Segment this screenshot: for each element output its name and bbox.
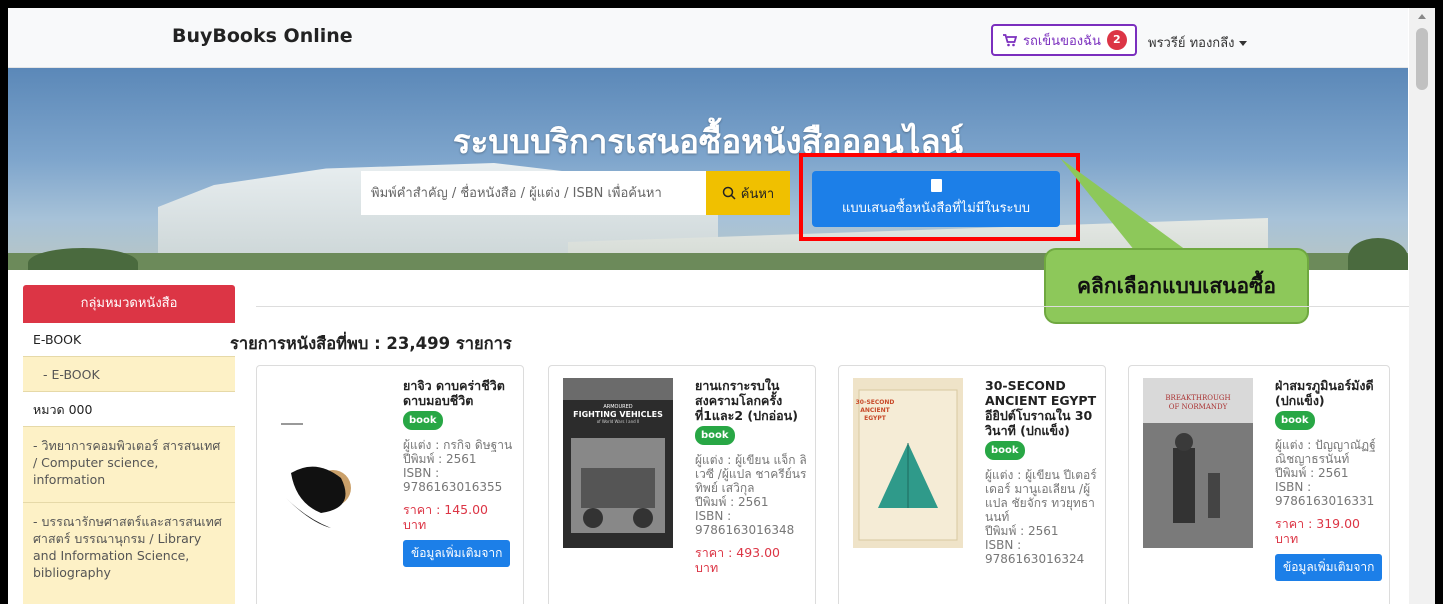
book-card[interactable]: 30-SECOND ANCIENT EGYPT 30-SECOND ANCIEN… [838, 365, 1106, 604]
user-name: พรวรีย์ ทองกลึง [1148, 36, 1235, 51]
book-tag: book [985, 441, 1025, 460]
book-year: ปีพิมพ์ : 2561 [403, 452, 477, 466]
tree-image-right [1348, 238, 1408, 270]
category-header: กลุ่มหมวดหนังสือ [23, 285, 235, 323]
book-info: 30-SECOND ANCIENT EGYPT อียิปต์โบราณใน 3… [985, 378, 1103, 566]
book-info: ยาจิว ดาบคร่าชีวิต ดาบมอบชีวิต book ผู้แ… [403, 378, 515, 567]
cover-text: EGYPT [864, 415, 887, 422]
highlight-box [799, 153, 1080, 241]
search-icon [722, 186, 736, 200]
results-count: รายการหนังสือที่พบ : 23,499 รายการ [230, 334, 512, 353]
cover-text: FIGHTING VEHICLES [573, 410, 663, 419]
cart-count-badge: 2 [1106, 30, 1127, 50]
scrollbar-thumb[interactable] [1416, 28, 1428, 90]
book-price: ราคา : 145.00 บาท [403, 502, 489, 532]
book-info: ยานเกราะรบในสงครามโลกครั้งที่1และ2 (ปกอ่… [695, 378, 807, 575]
tree-image [28, 248, 138, 270]
book-author: ผู้แต่ง : ผู้เขียน ปีเตอร์ เดอร์ มานูเอเ… [985, 468, 1097, 524]
book-title[interactable]: 30-SECOND ANCIENT EGYPT อียิปต์โบราณใน 3… [985, 378, 1096, 438]
cover-text: OF NORMANDY [1169, 403, 1228, 411]
book-title[interactable]: ฝ่าสมรภูมินอร์มังดี (ปกแข็ง) [1275, 378, 1374, 408]
cart-label: รถเข็นของฉัน [1023, 33, 1101, 49]
search-input[interactable] [361, 171, 706, 215]
callout-annotation: คลิกเลือกแบบเสนอซื้อ [1044, 248, 1309, 324]
cover-text: 30-SECOND [856, 399, 895, 406]
user-menu[interactable]: พรวรีย์ ทองกลึง [1148, 32, 1247, 53]
sidebar-item-ebook[interactable]: E-BOOK [23, 323, 235, 357]
sidebar-item-category-000[interactable]: หมวด 000 [23, 392, 235, 427]
book-title[interactable]: ยาจิว ดาบคร่าชีวิต ดาบมอบชีวิต [403, 378, 505, 408]
book-isbn: 9786163016355 [403, 480, 503, 494]
sidebar-item-ebook-sub[interactable]: - E-BOOK [23, 357, 235, 392]
book-card[interactable]: ยาจิว ดาบคร่าชีวิต ดาบมอบชีวิต book ผู้แ… [256, 365, 524, 604]
divider [256, 306, 1410, 307]
book-year: ปีพิมพ์ : 2561 [1275, 466, 1349, 480]
book-cover-image: 30-SECOND ANCIENT EGYPT [853, 378, 963, 548]
cart-button[interactable]: รถเข็นของฉัน 2 [991, 24, 1137, 56]
search-button-label: ค้นหา [740, 186, 775, 202]
chevron-down-icon [1238, 41, 1247, 46]
cart-icon [1003, 33, 1017, 46]
book-cover-image: BREAKTHROUGH OF NORMANDY [1143, 378, 1253, 548]
book-author: ผู้แต่ง : ผู้เขียน แจ็ก ลิเวซี /ผู้แปล ช… [695, 453, 807, 495]
cover-text: of World Wars I and II [597, 419, 640, 424]
book-year: ปีพิมพ์ : 2561 [695, 495, 769, 509]
book-isbn-label: ISBN : [403, 466, 440, 480]
book-isbn: 9786163016324 [985, 552, 1085, 566]
more-info-button[interactable]: ข้อมูลเพิ่มเติมจาก [403, 540, 511, 567]
book-isbn: 9786163016331 [1275, 494, 1375, 508]
book-price: ราคา : 493.00 บาท [695, 545, 781, 575]
search-button[interactable]: ค้นหา [706, 171, 790, 215]
book-author: ผู้แต่ง : กรกิจ ดิษฐาน [403, 438, 513, 452]
book-isbn: 9786163016348 [695, 523, 795, 537]
book-year: ปีพิมพ์ : 2561 [985, 524, 1059, 538]
cover-text: BREAKTHROUGH [1165, 394, 1230, 402]
book-cover-image [271, 378, 381, 548]
book-info: ฝ่าสมรภูมินอร์มังดี (ปกแข็ง) book ผู้แต่… [1275, 378, 1387, 581]
book-cover-image: ARMOURED FIGHTING VEHICLES of World Wars… [563, 378, 673, 548]
book-card[interactable]: ARMOURED FIGHTING VEHICLES of World Wars… [548, 365, 816, 604]
hero-title: ระบบบริการเสนอซื้อหนังสือออนไลน์ [452, 122, 964, 161]
book-tag: book [403, 411, 443, 430]
top-navbar: BuyBooks Online รถเข็นของฉัน 2 พรวรีย์ ท… [8, 8, 1408, 68]
more-info-button[interactable]: ข้อมูลเพิ่มเติมจาก [1275, 554, 1383, 581]
book-card[interactable]: BREAKTHROUGH OF NORMANDY ฝ่าสมรภูมินอร์ม… [1128, 365, 1390, 604]
hero-banner: ระบบบริการเสนอซื้อหนังสือออนไลน์ ค้นหา แ… [8, 68, 1408, 270]
sidebar-item-library-science[interactable]: - บรรณารักษศาสตร์และสารสนเทศศาสตร์ บรรณา… [23, 503, 235, 604]
book-title[interactable]: ยานเกราะรบในสงครามโลกครั้งที่1และ2 (ปกอ่… [695, 378, 798, 423]
page-scrollbar[interactable] [1409, 8, 1435, 604]
book-isbn-label: ISBN : [985, 538, 1022, 552]
sidebar-item-computer-science[interactable]: - วิทยาการคอมพิวเตอร์ สารสนเทศ / Compute… [23, 427, 235, 503]
book-author: ผู้แต่ง : ปัญญาณัฏฐ์ ณิชญาธรนันท์ [1275, 438, 1376, 466]
scroll-up-icon[interactable] [1418, 14, 1426, 19]
book-isbn-label: ISBN : [695, 509, 732, 523]
book-price: ราคา : 319.00 บาท [1275, 516, 1361, 546]
book-tag: book [695, 426, 735, 445]
book-tag: book [1275, 411, 1315, 430]
browser-viewport: BuyBooks Online รถเข็นของฉัน 2 พรวรีย์ ท… [8, 8, 1435, 604]
book-isbn-label: ISBN : [1275, 480, 1312, 494]
brand-logo[interactable]: BuyBooks Online [172, 25, 353, 47]
cover-text: ANCIENT [860, 407, 890, 414]
